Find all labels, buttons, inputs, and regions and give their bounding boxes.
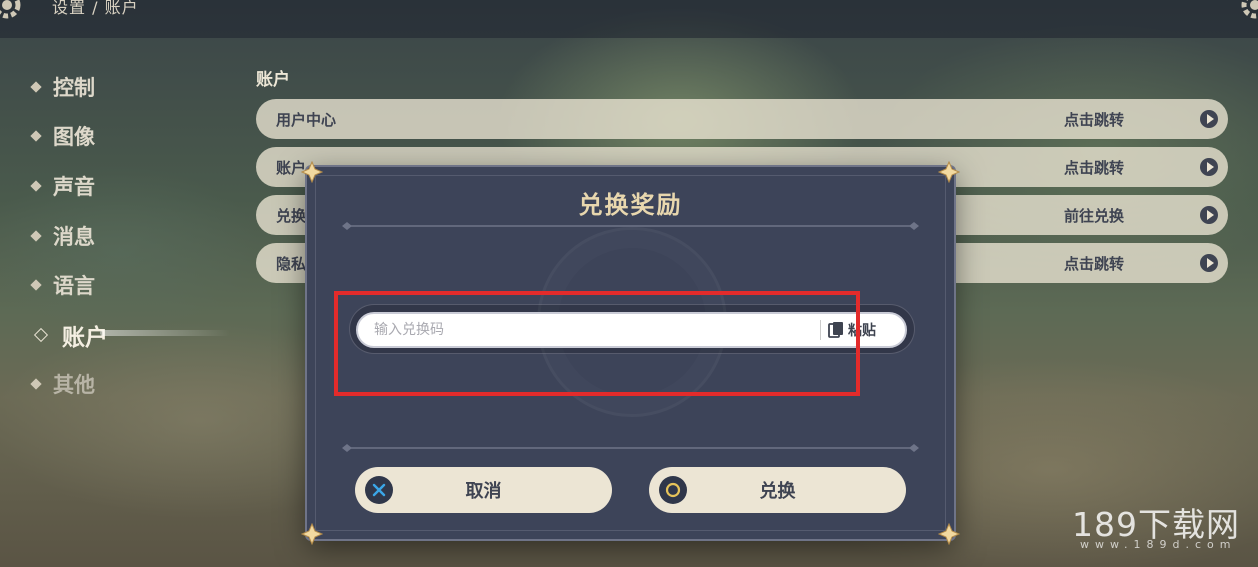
- sidebar-item-label: 控制: [53, 75, 95, 100]
- list-item[interactable]: 用户中心 点击跳转: [256, 99, 1228, 139]
- sidebar-item-label: 语言: [53, 274, 95, 299]
- row-action[interactable]: 点击跳转: [1064, 109, 1124, 130]
- top-bar: 设置 / 账户: [0, 0, 1258, 38]
- sidebar-item-label: 图像: [53, 125, 95, 150]
- divider: [342, 444, 919, 452]
- diamond-bullet-icon: [30, 180, 42, 192]
- section-title: 账户: [256, 70, 290, 90]
- sidebar-item-language[interactable]: 语言: [30, 260, 108, 310]
- paste-button[interactable]: 粘贴: [828, 314, 876, 346]
- gear-icon[interactable]: [0, 0, 24, 22]
- row-action[interactable]: 前往兑换: [1064, 205, 1124, 226]
- sidebar-item-graphics[interactable]: 图像: [30, 112, 108, 162]
- sidebar-item-control[interactable]: 控制: [30, 62, 108, 112]
- input-separator: [820, 320, 821, 340]
- breadcrumb: 设置 / 账户: [52, 0, 139, 17]
- arrow-right-icon[interactable]: [1200, 254, 1218, 272]
- clipboard-icon: [828, 322, 843, 338]
- diamond-bullet-icon: [30, 130, 42, 143]
- dialog-title: 兑换奖励: [578, 191, 683, 219]
- row-label: 用户中心: [276, 110, 337, 129]
- arrow-right-icon[interactable]: [1200, 110, 1218, 128]
- redeem-code-input[interactable]: [374, 314, 814, 346]
- arrow-right-icon[interactable]: [1200, 158, 1218, 176]
- corner-ornament-icon: [937, 522, 961, 546]
- diamond-bullet-icon: [30, 229, 42, 242]
- sidebar-item-audio[interactable]: 声音: [30, 161, 108, 211]
- sidebar-item-label: 其他: [53, 373, 95, 398]
- paste-label: 粘贴: [848, 323, 876, 339]
- corner-ornament-icon: [937, 160, 961, 184]
- sidebar-item-messages[interactable]: 消息: [30, 211, 108, 261]
- sidebar-item-other[interactable]: 其他: [30, 360, 108, 410]
- diamond-bullet-icon: [30, 81, 42, 93]
- active-indicator: [100, 329, 230, 336]
- sidebar-item-label: 消息: [53, 224, 95, 249]
- sidebar-item-label: 声音: [53, 174, 95, 199]
- watermark-url: www.189d.com: [1080, 538, 1237, 551]
- row-action[interactable]: 点击跳转: [1064, 253, 1124, 274]
- sidebar-item-account[interactable]: 账户: [30, 310, 230, 360]
- cross-icon: [365, 476, 393, 504]
- sidebar-nav: 控制 图像 声音 消息 语言 账户 其他: [30, 62, 230, 410]
- corner-ornament-icon: [300, 160, 324, 184]
- arrow-right-icon[interactable]: [1200, 206, 1218, 224]
- row-action[interactable]: 点击跳转: [1064, 157, 1124, 178]
- redeem-button[interactable]: 兑换: [649, 467, 906, 513]
- diamond-bullet-icon: [30, 378, 42, 391]
- corner-ornament-icon: [300, 522, 324, 546]
- diamond-bullet-icon: [33, 327, 49, 342]
- redeem-label: 兑换: [759, 481, 796, 502]
- redeem-code-field[interactable]: 粘贴: [356, 312, 907, 348]
- cancel-button[interactable]: 取消: [355, 467, 612, 513]
- redeem-dialog: 兑换奖励 粘贴 取消: [300, 160, 961, 546]
- circle-icon: [659, 476, 687, 504]
- cancel-label: 取消: [465, 481, 502, 502]
- gear-icon[interactable]: [1238, 0, 1258, 22]
- divider: [342, 222, 919, 230]
- diamond-bullet-icon: [30, 279, 42, 291]
